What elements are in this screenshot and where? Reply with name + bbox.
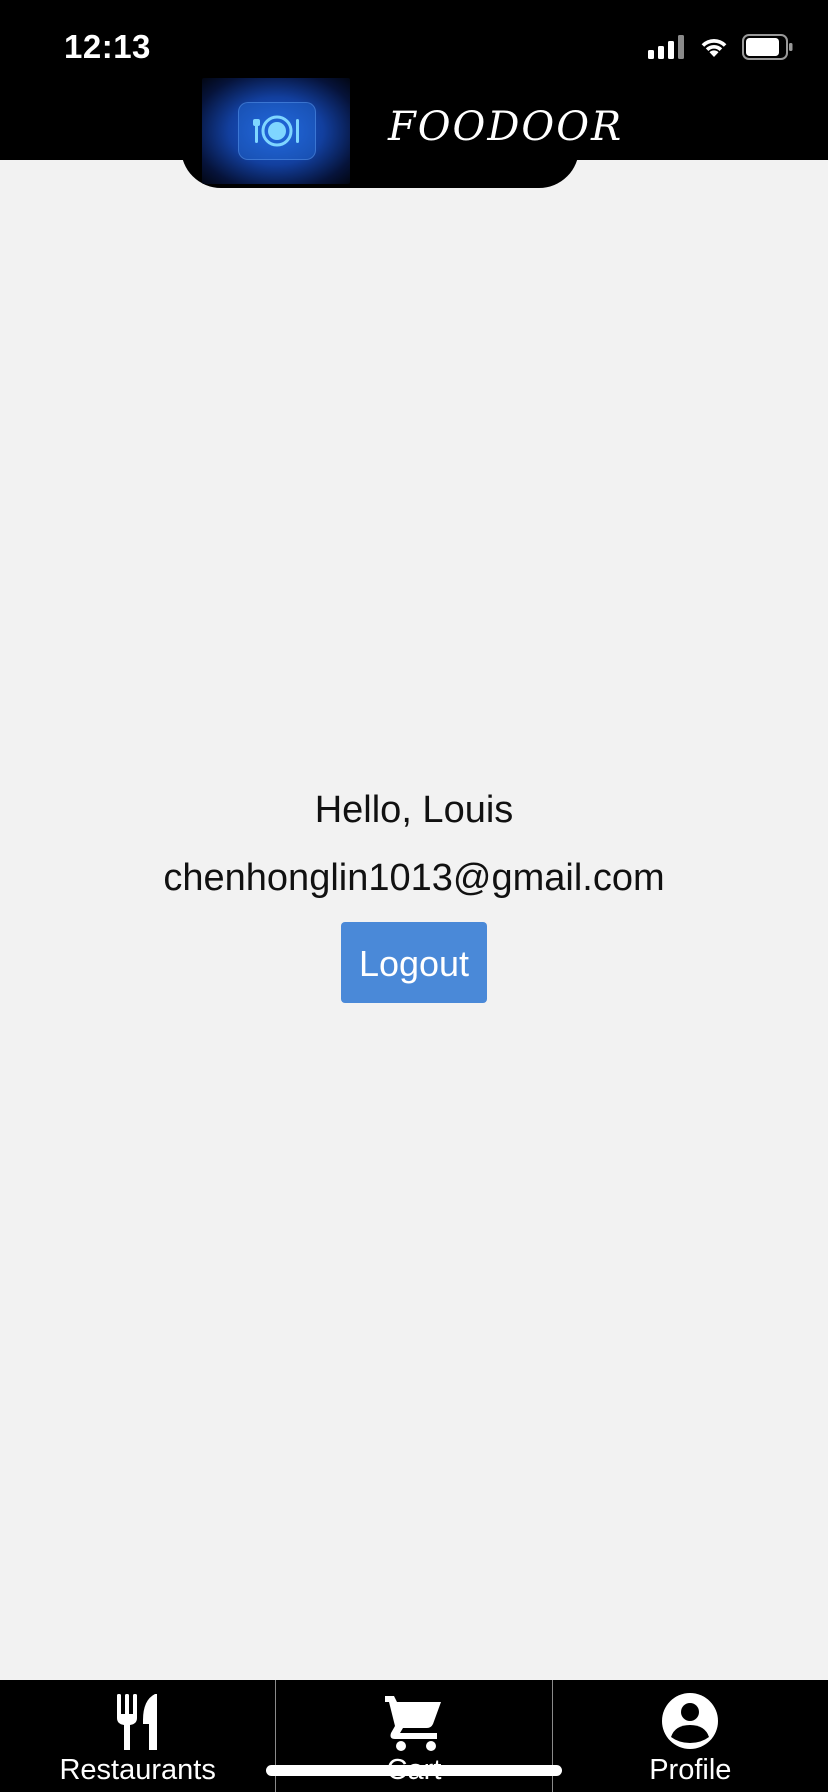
app-logo <box>202 78 350 184</box>
battery-icon <box>742 34 793 60</box>
brand-name: FOODOOR <box>388 104 624 150</box>
greeting-text: Hello, Louis <box>314 789 514 831</box>
logo-badge <box>238 102 316 160</box>
tab-profile[interactable]: Profile <box>551 1680 828 1792</box>
fork-knife-icon <box>116 1694 157 1750</box>
home-indicator[interactable] <box>266 1765 562 1776</box>
wifi-icon <box>701 39 727 57</box>
tab-restaurants[interactable]: Restaurants <box>0 1680 275 1792</box>
tab-label-profile: Profile <box>649 1754 732 1786</box>
status-time: 12:13 <box>64 28 151 65</box>
account-circle-icon <box>662 1693 719 1749</box>
profile-screen: 12:13 FOODOOR Hello, Louis chenhonglin10… <box>0 0 828 1792</box>
logout-button[interactable]: Logout <box>341 922 487 1003</box>
tab-label-restaurants: Restaurants <box>59 1754 216 1786</box>
status-icons <box>648 34 794 60</box>
cart-icon <box>384 1696 441 1751</box>
cellular-signal-icon <box>648 35 684 59</box>
profile-info: Hello, Louis chenhonglin1013@gmail.com L… <box>0 780 828 1003</box>
user-email: chenhonglin1013@gmail.com <box>163 857 665 899</box>
plate-cutlery-icon <box>253 115 299 147</box>
